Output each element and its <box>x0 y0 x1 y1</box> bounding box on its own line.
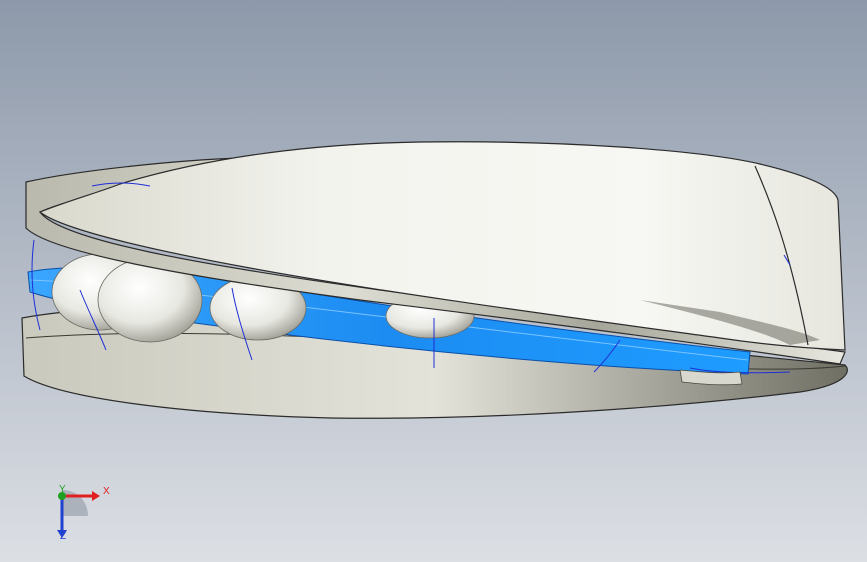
axis-x-label: X <box>103 486 110 497</box>
bearing-model[interactable] <box>0 0 867 562</box>
reference-triad: X Y Z <box>44 482 114 552</box>
graphics-viewport[interactable]: X Y Z <box>0 0 867 562</box>
ring-clip-detail <box>679 369 743 386</box>
axis-y-label: Y <box>59 484 66 495</box>
axis-z-label: Z <box>60 531 67 542</box>
